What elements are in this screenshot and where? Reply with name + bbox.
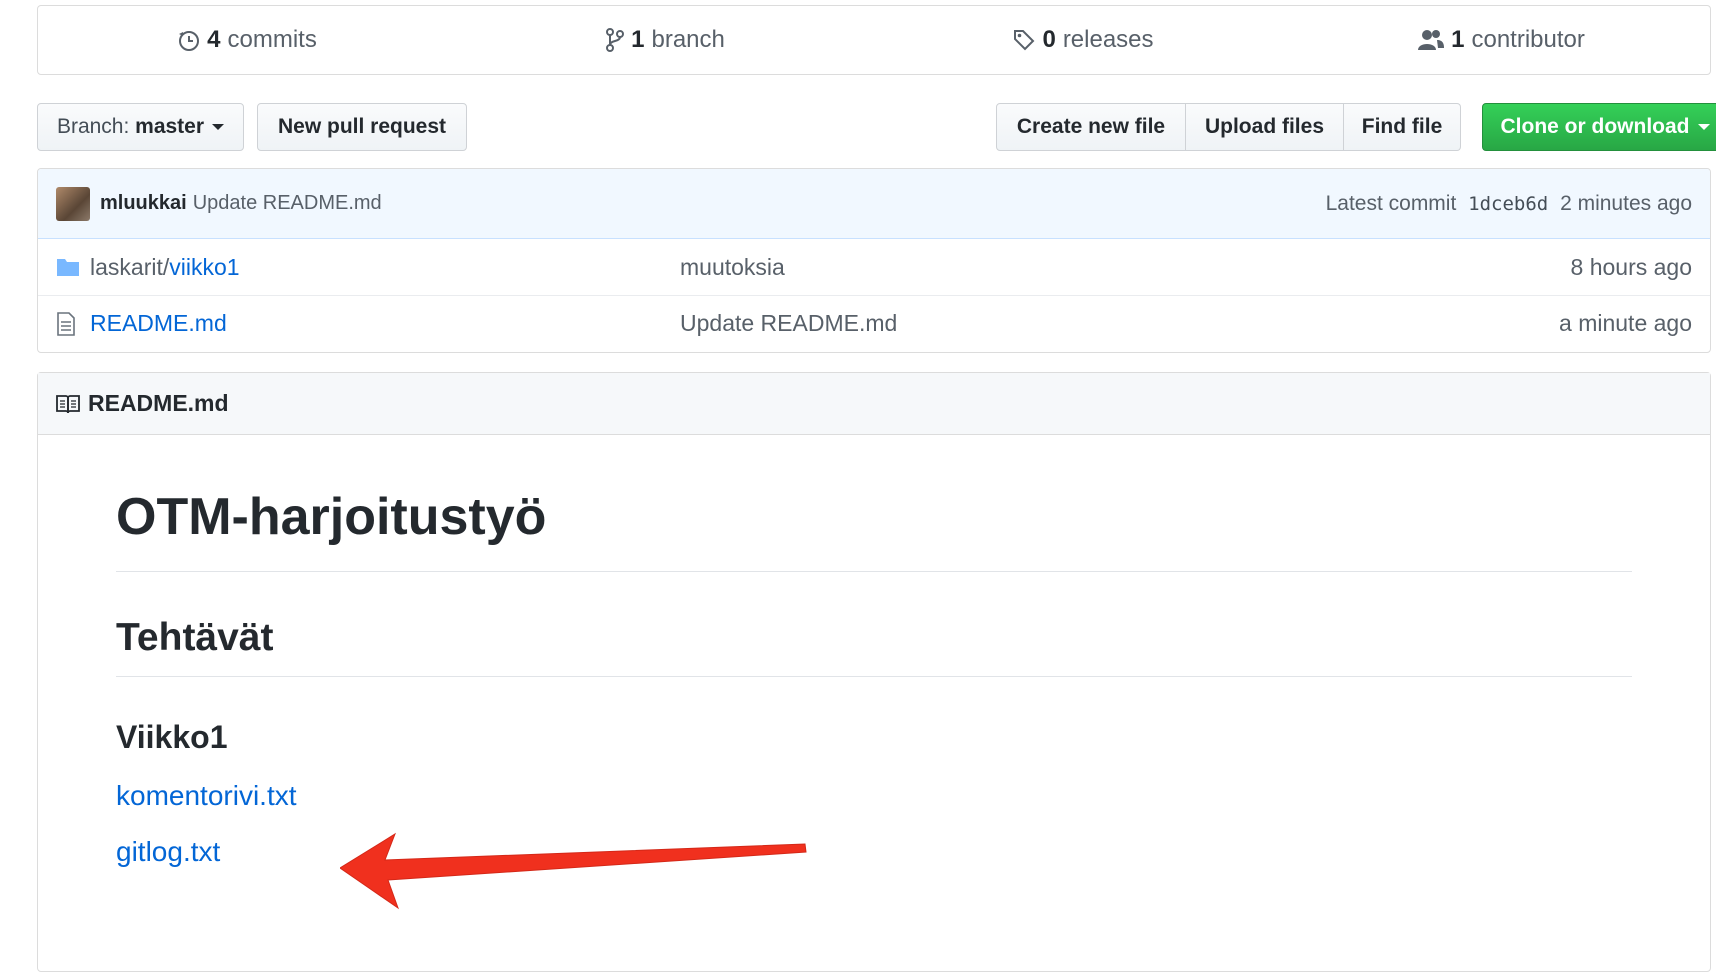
caret-down-icon (1697, 124, 1710, 130)
releases-link[interactable]: 0 releases (874, 26, 1292, 54)
readme-filename: README.md (88, 390, 229, 416)
contributors-label: contributor (1471, 26, 1585, 53)
latest-commit-prefix: Latest commit (1325, 191, 1457, 215)
branch-name: master (135, 115, 205, 138)
book-icon (56, 394, 80, 413)
file-actions-group: Create new file Upload files Find file (996, 103, 1461, 151)
tag-icon (1014, 30, 1035, 51)
branches-label: branch (651, 26, 725, 53)
file-age: a minute ago (1559, 310, 1692, 336)
commits-link[interactable]: 4 commits (38, 26, 456, 54)
commits-label: commits (227, 26, 317, 53)
file-row: README.md Update README.md a minute ago (38, 295, 1710, 351)
latest-commit-bar: mluukkai Update README.md Latest commit … (38, 169, 1710, 239)
releases-count: 0 (1042, 26, 1056, 53)
clone-or-download-label: Clone or download (1500, 115, 1690, 138)
file-text-icon (56, 311, 80, 336)
repo-summary-bar: 4 commits 1 branch 0 releases 1 contribu… (37, 5, 1711, 75)
folder-icon (56, 257, 80, 277)
file-age: 8 hours ago (1570, 253, 1692, 280)
find-file-button[interactable]: Find file (1344, 103, 1461, 151)
avatar[interactable] (56, 186, 90, 221)
latest-commit-info: Latest commit 1dceb6d 2 minutes ago (1326, 192, 1692, 216)
releases-label: releases (1062, 26, 1154, 53)
readme-header: README.md (38, 373, 1710, 435)
file-name-link[interactable]: README.md (90, 310, 680, 337)
contributors-count: 1 (1451, 26, 1465, 53)
file-row: laskarit/viikko1 muutoksia 8 hours ago (38, 239, 1710, 295)
annotation-arrow-icon (340, 832, 807, 910)
clone-or-download-button[interactable]: Clone or download (1482, 103, 1716, 151)
people-icon (1418, 30, 1445, 50)
readme-section-heading: Tehtävät (116, 616, 1632, 677)
history-icon (179, 31, 200, 51)
commit-message[interactable]: Update README.md (193, 192, 382, 215)
branches-count: 1 (631, 26, 645, 53)
readme-title: OTM-harjoitustyö (116, 487, 1632, 572)
commit-sha[interactable]: 1dceb6d (1468, 193, 1548, 215)
caret-down-icon (212, 124, 225, 130)
gitlog-link[interactable]: gitlog.txt (116, 836, 220, 867)
contributors-link[interactable]: 1 contributor (1292, 26, 1710, 54)
file-commit-message[interactable]: Update README.md (680, 310, 1559, 337)
upload-files-button[interactable]: Upload files (1186, 103, 1344, 151)
directory-name: viikko1 (169, 253, 240, 280)
file-name: README.md (90, 310, 227, 336)
file-commit-message[interactable]: muutoksia (680, 254, 1571, 281)
readme-panel: README.md OTM-harjoitustyö Tehtävät Viik… (37, 372, 1711, 972)
komentorivi-link[interactable]: komentorivi.txt (116, 780, 297, 811)
directory-path: laskarit/ (90, 253, 170, 280)
branch-select-button[interactable]: Branch: master (37, 103, 244, 151)
create-new-file-button[interactable]: Create new file (996, 103, 1186, 151)
commit-age: 2 minutes ago (1560, 191, 1692, 215)
file-navigation-table: mluukkai Update README.md Latest commit … (37, 168, 1711, 353)
readme-content: OTM-harjoitustyö Tehtävät Viikko1 koment… (38, 487, 1710, 868)
new-pull-request-button[interactable]: New pull request (257, 103, 467, 151)
branches-link[interactable]: 1 branch (456, 26, 874, 54)
commit-author[interactable]: mluukkai (100, 192, 187, 215)
branch-prefix: Branch: (56, 115, 130, 138)
file-name-link[interactable]: laskarit/viikko1 (90, 254, 680, 281)
readme-subsection-heading: Viikko1 (116, 719, 228, 755)
readme-paragraph: komentorivi.txt (116, 780, 1632, 812)
commits-count: 4 (207, 26, 221, 53)
git-branch-icon (606, 28, 625, 52)
